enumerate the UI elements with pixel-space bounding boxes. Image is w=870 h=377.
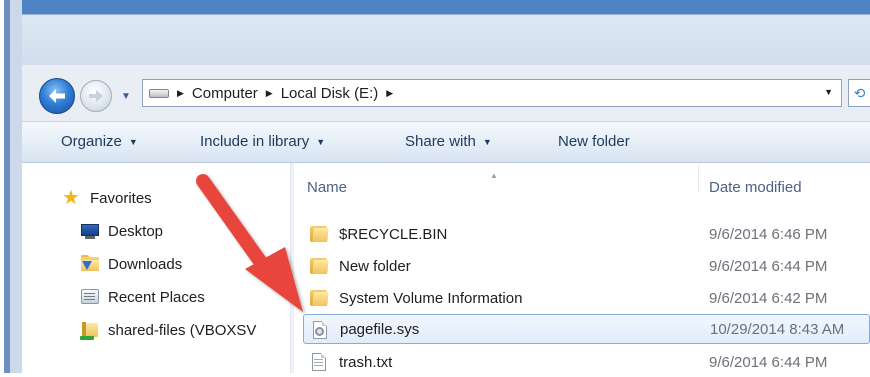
breadcrumb-chevron-icon[interactable]: ▶: [266, 88, 273, 99]
sidebar-item-shared-files[interactable]: shared-files (VBOXSV: [80, 321, 257, 340]
folder-icon: [309, 224, 329, 244]
window-glass: [22, 15, 870, 65]
column-header-date-modified[interactable]: Date modified: [709, 179, 802, 196]
back-button[interactable]: [39, 78, 75, 114]
sidebar-item-label: Favorites: [90, 189, 152, 207]
breadcrumb-chevron-icon[interactable]: ▶: [386, 88, 393, 99]
forward-button[interactable]: [80, 80, 112, 112]
share-with-label: Share with: [405, 133, 476, 150]
explorer-window: ▼ ▶ Computer ▶ Local Disk (E:) ▶ ▼ ⟲ Org…: [0, 0, 870, 373]
sidebar-item-label: Recent Places: [108, 288, 205, 306]
breadcrumb-computer[interactable]: Computer: [192, 85, 258, 102]
sidebar-item-desktop[interactable]: Desktop: [80, 222, 163, 240]
file-name: System Volume Information: [339, 289, 523, 307]
file-date-modified: 9/6/2014 6:42 PM: [709, 289, 828, 307]
breadcrumb-local-disk[interactable]: Local Disk (E:): [281, 85, 379, 102]
chevron-down-icon: ▼: [316, 136, 326, 147]
star-icon: ★: [62, 187, 80, 209]
back-arrow-icon: [49, 89, 65, 103]
sidebar-item-label: Downloads: [108, 255, 183, 273]
sidebar-item-downloads[interactable]: Downloads: [80, 255, 182, 273]
chevron-down-icon: ▼: [482, 136, 492, 147]
sort-ascending-icon: ▲: [490, 171, 498, 180]
organize-button[interactable]: Organize ▼: [61, 133, 138, 150]
refresh-button[interactable]: ⟲: [848, 79, 870, 107]
window-border-left: [0, 0, 22, 373]
downloads-icon: [80, 255, 100, 273]
desktop-icon: [80, 222, 100, 240]
file-date-modified: 9/6/2014 6:44 PM: [709, 257, 828, 275]
file-row[interactable]: $RECYCLE.BIN 9/6/2014 6:46 PM: [303, 219, 870, 249]
drive-icon: [149, 87, 169, 99]
sidebar-item-favorites[interactable]: ★ Favorites: [62, 187, 152, 209]
folder-icon: [309, 256, 329, 276]
file-name: pagefile.sys: [340, 320, 420, 338]
column-header-name[interactable]: Name: [307, 179, 347, 196]
column-divider[interactable]: [698, 165, 699, 193]
text-file-icon: [309, 352, 329, 372]
address-bar[interactable]: ▶ Computer ▶ Local Disk (E:) ▶ ▼: [142, 79, 842, 107]
refresh-icon: ⟲: [853, 84, 866, 101]
forward-arrow-icon: [89, 90, 103, 102]
include-in-library-button[interactable]: Include in library ▼: [200, 133, 325, 150]
sidebar-item-label: shared-files (VBOXSV: [108, 321, 257, 339]
sidebar-item-recent-places[interactable]: Recent Places: [80, 288, 205, 306]
share-with-button[interactable]: Share with ▼: [405, 133, 492, 150]
chevron-down-icon: ▼: [121, 90, 131, 102]
shared-folder-icon: [80, 321, 100, 340]
recent-places-icon: [80, 288, 100, 306]
title-bar: [22, 0, 870, 15]
system-file-icon: [310, 320, 330, 340]
file-name: trash.txt: [339, 353, 393, 371]
include-in-library-label: Include in library: [200, 133, 310, 150]
sidebar-item-label: Desktop: [108, 222, 164, 240]
chevron-down-icon: ▼: [128, 136, 138, 147]
command-bar: Organize ▼ Include in library ▼ Share wi…: [22, 121, 870, 163]
file-row[interactable]: System Volume Information 9/6/2014 6:42 …: [303, 283, 870, 313]
new-folder-button[interactable]: New folder: [558, 133, 630, 150]
file-name: $RECYCLE.BIN: [339, 225, 448, 243]
folder-icon: [309, 288, 329, 308]
breadcrumb-chevron-icon[interactable]: ▶: [177, 88, 184, 99]
recent-pages-button[interactable]: ▼: [118, 89, 134, 103]
file-date-modified: 9/6/2014 6:44 PM: [709, 353, 828, 371]
file-date-modified: 9/6/2014 6:46 PM: [709, 225, 828, 243]
organize-label: Organize: [61, 133, 122, 150]
file-row[interactable]: New folder 9/6/2014 6:44 PM: [303, 251, 870, 281]
file-date-modified: 10/29/2014 8:43 AM: [710, 320, 845, 338]
new-folder-label: New folder: [558, 133, 630, 150]
file-row-selected[interactable]: pagefile.sys 10/29/2014 8:43 AM: [303, 314, 870, 344]
file-name: New folder: [339, 257, 411, 275]
address-dropdown-icon[interactable]: ▼: [824, 87, 833, 97]
